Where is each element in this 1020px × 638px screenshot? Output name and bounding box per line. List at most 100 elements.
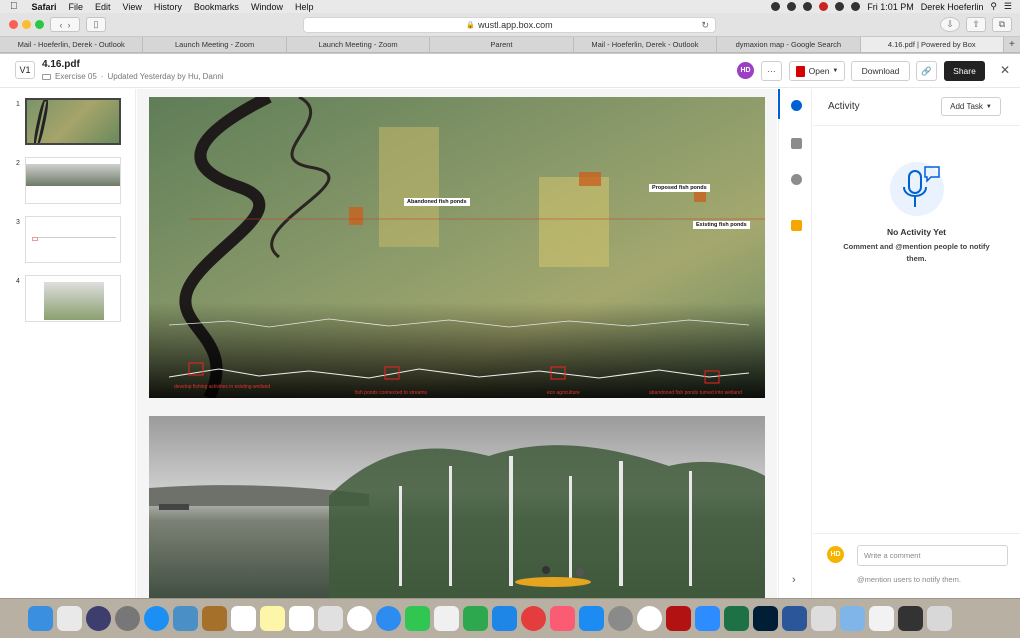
thumbnail-page-4[interactable] — [25, 275, 121, 322]
messages-icon[interactable] — [376, 606, 401, 631]
close-window-icon[interactable] — [9, 20, 18, 29]
skills-icon[interactable] — [791, 174, 802, 185]
word-icon[interactable] — [782, 606, 807, 631]
thumbnail-page-2[interactable] — [25, 157, 121, 204]
tab-zoom-2[interactable]: Launch Meeting - Zoom — [287, 37, 431, 52]
control-center-icon[interactable]: ☰ — [1004, 1, 1012, 12]
reload-icon[interactable]: ↻ — [701, 20, 709, 31]
numbers-icon[interactable] — [463, 606, 488, 631]
caption-red-2: fish ponds connected to streams — [355, 390, 427, 396]
back-forward-buttons[interactable]: ‹ › — [50, 17, 80, 32]
music-icon[interactable] — [550, 606, 575, 631]
menu-file[interactable]: File — [69, 2, 84, 12]
more-options-button[interactable]: ··· — [761, 61, 782, 81]
menu-help[interactable]: Help — [295, 2, 314, 12]
zoom-window-icon[interactable] — [35, 20, 44, 29]
url-text: wustl.app.box.com — [478, 20, 553, 30]
safari-icon[interactable] — [144, 606, 169, 631]
version-badge[interactable]: V1 — [15, 61, 35, 79]
photos-icon[interactable] — [347, 606, 372, 631]
close-icon[interactable]: ✕ — [1000, 63, 1010, 77]
chrome-icon[interactable] — [637, 606, 662, 631]
file-meta: Exercise 05 · Updated Yesterday by Hu, D… — [42, 72, 224, 81]
document-viewer[interactable]: Abandoned fish ponds Proposed fish ponds… — [137, 89, 777, 598]
app-store-icon[interactable] — [579, 606, 604, 631]
preview-header: V1 4.16.pdf Exercise 05 · Updated Yester… — [0, 54, 1020, 88]
battery-icon[interactable] — [851, 2, 861, 11]
status-icon[interactable] — [787, 2, 797, 11]
user-name[interactable]: Derek Hoeferlin — [921, 2, 984, 12]
clock[interactable]: Fri 1:01 PM — [867, 2, 914, 12]
tab-google[interactable]: dymaxion map - Google Search — [717, 37, 861, 52]
maps-icon[interactable] — [318, 606, 343, 631]
activity-icon[interactable] — [791, 100, 802, 111]
open-button[interactable]: Open ▼ — [789, 61, 845, 81]
collaborator-avatar[interactable]: HD — [737, 62, 754, 79]
address-bar[interactable]: 🔒 wustl.app.box.com ↻ — [303, 17, 716, 33]
reminders-icon[interactable] — [289, 606, 314, 631]
keynote-icon[interactable] — [492, 606, 517, 631]
finder-icon[interactable] — [28, 606, 53, 631]
thumbnail-page-1[interactable] — [25, 98, 121, 145]
spotlight-icon[interactable]: ⚲ — [990, 1, 997, 12]
apple-icon[interactable]:  — [10, 1, 18, 12]
minimize-window-icon[interactable] — [22, 20, 31, 29]
tab-bar: Mail - Hoeferlin, Derek - Outlook Launch… — [0, 37, 1020, 53]
folder-name[interactable]: Exercise 05 — [55, 72, 97, 81]
tab-box-pdf[interactable]: 4.16.pdf | Powered by Box — [860, 37, 1004, 52]
printer-icon[interactable] — [811, 606, 836, 631]
preview-icon[interactable] — [173, 606, 198, 631]
launchpad-icon[interactable] — [57, 606, 82, 631]
contacts-icon[interactable] — [202, 606, 227, 631]
share-icon[interactable]: ⇧ — [966, 17, 986, 32]
add-task-button[interactable]: Add Task ▼ — [941, 97, 1001, 116]
applications-folder-icon[interactable] — [840, 606, 865, 631]
comment-input[interactable]: Write a comment — [857, 545, 1008, 566]
sidebar-toggle-icon[interactable]: ▯ — [86, 17, 106, 32]
menu-app[interactable]: Safari — [32, 2, 57, 12]
current-user-avatar: HD — [827, 546, 844, 563]
acrobat-icon[interactable] — [666, 606, 691, 631]
news-icon[interactable] — [521, 606, 546, 631]
thumbnail-page-3[interactable] — [25, 216, 121, 263]
menu-view[interactable]: View — [123, 2, 142, 12]
zoom-icon[interactable] — [695, 606, 720, 631]
menu-history[interactable]: History — [154, 2, 182, 12]
excel-icon[interactable] — [724, 606, 749, 631]
downloads-icon[interactable]: ⇩ — [940, 17, 960, 32]
tab-parent[interactable]: Parent — [430, 37, 574, 52]
cypress-swamp-render — [149, 416, 765, 598]
sidebar-tabs: › — [778, 89, 812, 598]
tab-outlook-2[interactable]: Mail - Hoeferlin, Derek - Outlook — [574, 37, 718, 52]
menu-bookmarks[interactable]: Bookmarks — [194, 2, 239, 12]
status-icon[interactable] — [819, 2, 829, 11]
status-icon[interactable] — [771, 2, 781, 11]
photoshop-icon[interactable] — [753, 606, 778, 631]
copy-link-icon[interactable]: 🔗 — [916, 61, 937, 81]
notes-icon[interactable] — [260, 606, 285, 631]
details-icon[interactable] — [791, 138, 802, 149]
tabs-overview-icon[interactable]: ⧉ — [992, 17, 1012, 32]
annotation-abandoned: Abandoned fish ponds — [404, 198, 470, 206]
documents-icon[interactable] — [869, 606, 894, 631]
download-button[interactable]: Download — [851, 61, 910, 81]
rocket-icon[interactable] — [115, 606, 140, 631]
siri-icon[interactable] — [86, 606, 111, 631]
screenshot-icon[interactable] — [898, 606, 923, 631]
status-icon[interactable] — [803, 2, 813, 11]
caption-red-1: develop fishing activities in existing w… — [174, 384, 271, 390]
menu-edit[interactable]: Edit — [95, 2, 111, 12]
tab-zoom-1[interactable]: Launch Meeting - Zoom — [143, 37, 287, 52]
metadata-icon[interactable] — [791, 220, 802, 231]
pages-icon[interactable] — [434, 606, 459, 631]
share-button[interactable]: Share — [944, 61, 985, 81]
new-tab-icon[interactable]: + — [1004, 37, 1020, 52]
tab-outlook-1[interactable]: Mail - Hoeferlin, Derek - Outlook — [0, 37, 144, 52]
system-preferences-icon[interactable] — [608, 606, 633, 631]
trash-icon[interactable] — [927, 606, 952, 631]
wifi-icon[interactable] — [835, 2, 845, 11]
calendar-icon[interactable] — [231, 606, 256, 631]
facetime-icon[interactable] — [405, 606, 430, 631]
menu-window[interactable]: Window — [251, 2, 283, 12]
chevron-right-icon[interactable]: › — [792, 574, 796, 586]
